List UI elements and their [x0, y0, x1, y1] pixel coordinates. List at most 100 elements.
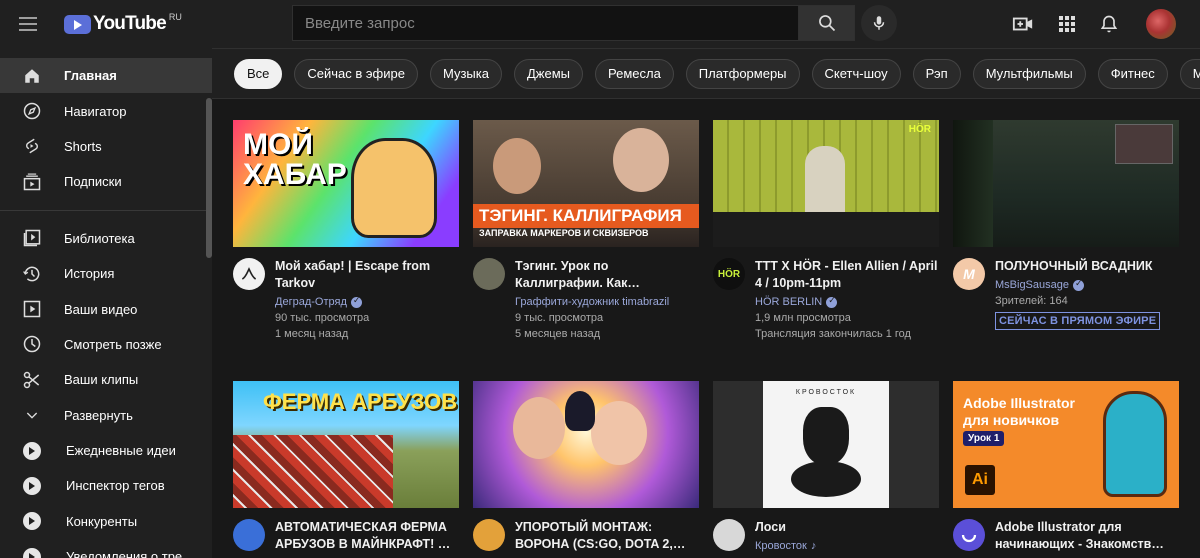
- sidebar-playlist-item[interactable]: Конкуренты: [0, 504, 212, 539]
- notifications-icon[interactable]: [1096, 11, 1122, 37]
- channel-avatar[interactable]: [473, 519, 505, 551]
- search-icon: [818, 15, 835, 32]
- video-thumbnail[interactable]: [953, 120, 1179, 247]
- video-thumbnail[interactable]: КРОВОСТОК: [713, 381, 939, 508]
- channel-avatar[interactable]: [713, 519, 745, 551]
- thumbnail-shape: [791, 461, 861, 497]
- filter-chips-bar: Все Сейчас в эфире Музыка Джемы Ремесла …: [212, 48, 1200, 99]
- channel-avatar[interactable]: [233, 258, 265, 290]
- channel-avatar[interactable]: [233, 519, 265, 551]
- thumbnail-robot: [1103, 391, 1167, 497]
- account-avatar[interactable]: [1146, 9, 1176, 39]
- sidebar-scrollbar[interactable]: [206, 98, 212, 258]
- menu-icon[interactable]: [16, 12, 40, 36]
- channel-name: Деград-Отряд: [275, 296, 347, 308]
- sidebar-playlist-item[interactable]: Инспектор тегов: [0, 468, 212, 503]
- video-info: Тэгинг. Урок по Каллиграфии. Как… Граффи…: [515, 258, 699, 340]
- play-circle-icon: [23, 512, 41, 531]
- video-title[interactable]: Лоси: [755, 519, 939, 536]
- chip-platformers[interactable]: Платформеры: [685, 58, 800, 89]
- sidebar-item-explore[interactable]: Навигатор: [0, 93, 212, 128]
- chip-live[interactable]: Сейчас в эфире: [294, 58, 418, 89]
- search-input[interactable]: [305, 14, 786, 32]
- video-title[interactable]: Мой хабар! | Escape from Tarkov: [275, 258, 459, 292]
- channel-name-row[interactable]: Кровосток ♪: [755, 540, 939, 552]
- chip-crafts[interactable]: Ремесла: [594, 58, 674, 89]
- chip-jams[interactable]: Джемы: [513, 58, 583, 89]
- video-thumbnail[interactable]: Adobe Illustrator для новичков Урок 1 Ai: [953, 381, 1179, 508]
- verified-icon: [350, 295, 362, 308]
- chip-minecraft[interactable]: Minecraft Bed: [1179, 58, 1200, 89]
- video-thumbnail[interactable]: МОЙ ХАБАР: [233, 120, 459, 247]
- sidebar-item-history[interactable]: История: [0, 256, 212, 291]
- youtube-logo[interactable]: YouTube RU: [64, 11, 182, 37]
- channel-name-row[interactable]: Граффити-художник timabrazil: [515, 296, 699, 308]
- search-box: [292, 5, 798, 41]
- video-meta: Тэгинг. Урок по Каллиграфии. Как… Граффи…: [473, 258, 699, 340]
- viewer-count: Зрителей: 164: [995, 295, 1068, 307]
- play-circle-icon: [23, 441, 41, 460]
- video-thumbnail[interactable]: ТЭГИНГ. КАЛЛИГРАФИЯ ЗАПРАВКА МАРКЕРОВ И …: [473, 120, 699, 247]
- sidebar-item-shorts[interactable]: Shorts: [0, 129, 212, 164]
- video-meta: АВТОМАТИЧЕСКАЯ ФЕРМА АРБУЗОВ В МАЙНКРАФТ…: [233, 519, 459, 553]
- chip-sketch[interactable]: Скетч-шоу: [811, 58, 901, 89]
- voice-search-button[interactable]: [861, 5, 897, 41]
- sidebar-item-label: Главная: [64, 68, 117, 84]
- thumbnail-badge: Урок 1: [963, 431, 1005, 446]
- video-title[interactable]: Adobe Illustrator для начинающих - Знако…: [995, 519, 1179, 553]
- video-card: HÖR HÖR TTT X HÖR - Ellen Allien / April…: [713, 120, 939, 340]
- apps-icon[interactable]: [1054, 11, 1080, 37]
- video-thumbnail[interactable]: HÖR: [713, 120, 939, 247]
- sidebar-item-expand[interactable]: Развернуть: [0, 398, 212, 433]
- video-thumbnail[interactable]: ФЕРМА АРБУЗОВ: [233, 381, 459, 508]
- thumbnail-figure: [513, 397, 565, 459]
- chip-cartoons[interactable]: Мультфильмы: [972, 58, 1086, 89]
- sidebar-playlist-item[interactable]: Уведомления о тре: [0, 539, 212, 558]
- video-info: Adobe Illustrator для начинающих - Знако…: [995, 519, 1179, 553]
- chip-rap[interactable]: Рэп: [912, 58, 961, 89]
- channel-avatar[interactable]: [473, 258, 505, 290]
- region-code: RU: [168, 12, 182, 22]
- sidebar-item-your-videos[interactable]: Ваши видео: [0, 291, 212, 326]
- video-title[interactable]: TTT X HÖR - Ellen Allien / April 4 / 10p…: [755, 258, 939, 292]
- sidebar-item-library[interactable]: Библиотека: [0, 221, 212, 256]
- channel-logo-icon: [961, 534, 977, 543]
- sidebar-playlist-item[interactable]: Ежедневные идеи: [0, 433, 212, 468]
- chip-all[interactable]: Все: [234, 58, 283, 89]
- chip-fitness[interactable]: Фитнес: [1097, 58, 1168, 89]
- video-card: Adobe Illustrator для новичков Урок 1 Ai…: [953, 381, 1179, 553]
- channel-name-row[interactable]: Деград-Отряд: [275, 295, 459, 308]
- compass-icon: [22, 101, 42, 121]
- video-card: УПОРОТЫЙ МОНТАЖ: ВОРОНА (CS:GO, DOTA 2,…: [473, 381, 699, 553]
- video-title[interactable]: Тэгинг. Урок по Каллиграфии. Как…: [515, 258, 699, 292]
- channel-avatar[interactable]: HÖR: [713, 258, 745, 290]
- channel-avatar[interactable]: M: [953, 258, 985, 290]
- video-title[interactable]: ПОЛУНОЧНЫЙ ВСАДНИК: [995, 258, 1179, 275]
- music-note-icon: ♪: [810, 540, 817, 552]
- playlist-icon: [22, 547, 42, 558]
- upload-age: 5 месяцев назад: [515, 328, 601, 340]
- search-button[interactable]: [798, 5, 855, 41]
- sidebar-item-label: Ежедневные идеи: [66, 443, 176, 459]
- live-badge: СЕЙЧАС В ПРЯМОМ ЭФИРЕ: [995, 312, 1161, 330]
- channel-avatar[interactable]: [953, 519, 985, 551]
- create-video-icon[interactable]: [1010, 11, 1036, 37]
- video-title[interactable]: УПОРОТЫЙ МОНТАЖ: ВОРОНА (CS:GO, DOTA 2,…: [515, 519, 699, 553]
- sidebar-item-label: Ваши клипы: [64, 372, 139, 388]
- video-title[interactable]: АВТОМАТИЧЕСКАЯ ФЕРМА АРБУЗОВ В МАЙНКРАФТ…: [275, 519, 459, 553]
- video-card: ФЕРМА АРБУЗОВ АВТОМАТИЧЕСКАЯ ФЕРМА АРБУЗ…: [233, 381, 459, 553]
- sidebar-item-label: Смотреть позже: [64, 336, 162, 352]
- channel-name-row[interactable]: MsBigSausage: [995, 278, 1179, 291]
- library-icon: [22, 228, 42, 248]
- sidebar-item-subscriptions[interactable]: Подписки: [0, 164, 212, 199]
- play-logo-icon: [64, 14, 91, 34]
- sidebar-item-watch-later[interactable]: Смотреть позже: [0, 327, 212, 362]
- video-meta: Adobe Illustrator для начинающих - Знако…: [953, 519, 1179, 553]
- channel-name-row[interactable]: HÖR BERLIN: [755, 295, 939, 308]
- video-thumbnail[interactable]: [473, 381, 699, 508]
- home-icon: [22, 66, 42, 86]
- album-cover: КРОВОСТОК: [763, 381, 889, 508]
- sidebar-item-clips[interactable]: Ваши клипы: [0, 362, 212, 397]
- sidebar-item-home[interactable]: Главная: [0, 58, 212, 94]
- chip-music[interactable]: Музыка: [429, 58, 502, 89]
